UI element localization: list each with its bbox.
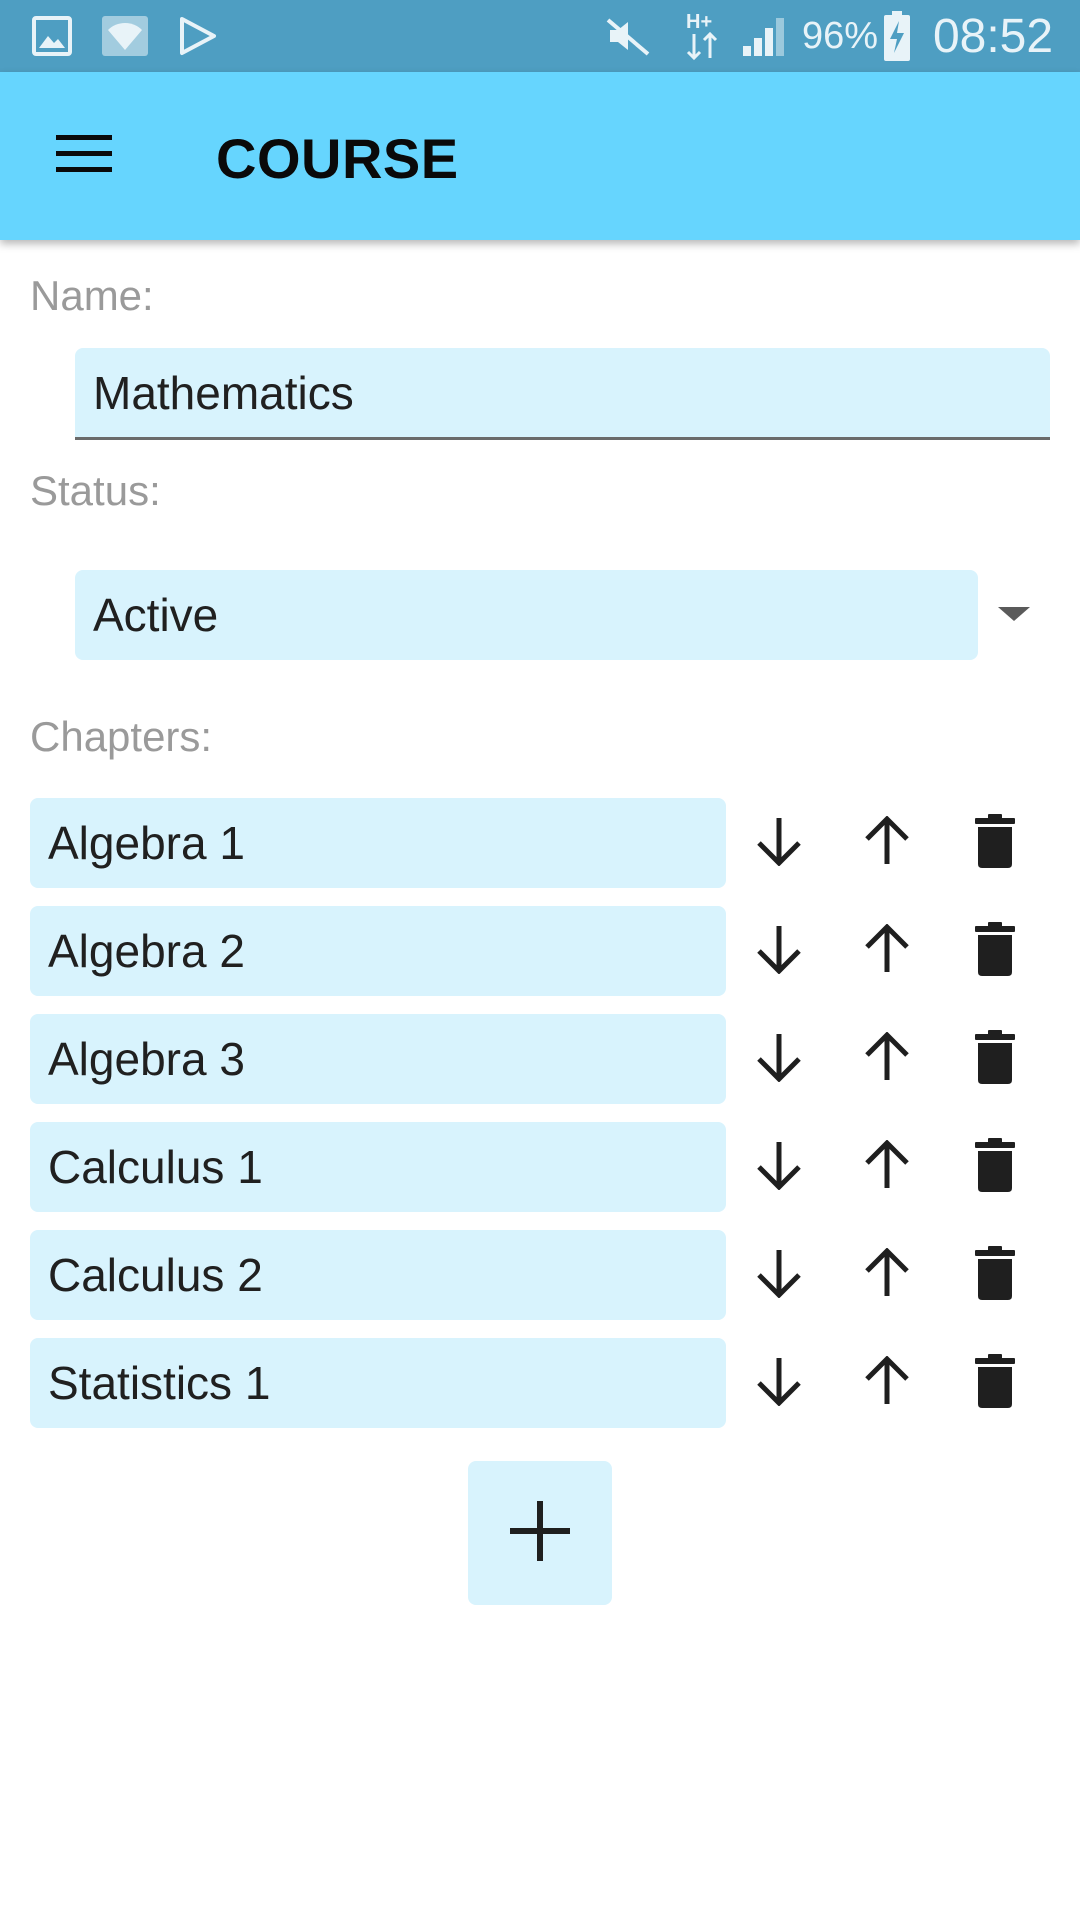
- delete-button[interactable]: [951, 1122, 1039, 1212]
- menu-icon: [56, 133, 112, 180]
- arrow-down-icon: [755, 924, 803, 979]
- status-bar: H+ 96% 08:52: [0, 0, 1080, 72]
- delete-button[interactable]: [951, 798, 1039, 888]
- arrow-down-icon: [755, 1356, 803, 1411]
- chapter-row: Algebra 1: [0, 798, 1080, 888]
- chapter-name-field[interactable]: Calculus 2: [30, 1230, 726, 1320]
- chapter-name-field[interactable]: Statistics 1: [30, 1338, 726, 1428]
- plus-icon: [510, 1500, 570, 1566]
- menu-button[interactable]: [40, 112, 128, 200]
- chapter-name-field[interactable]: Algebra 2: [30, 906, 726, 996]
- chapter-row: Calculus 2: [0, 1230, 1080, 1320]
- move-down-button[interactable]: [735, 798, 823, 888]
- move-up-button[interactable]: [843, 798, 931, 888]
- battery-charging-icon: [880, 0, 914, 72]
- play-store-icon: [176, 0, 220, 72]
- chapter-name-field[interactable]: Algebra 3: [30, 1014, 726, 1104]
- trash-icon: [975, 1137, 1015, 1197]
- trash-icon: [975, 813, 1015, 873]
- dropdown-arrow-icon[interactable]: [998, 598, 1030, 630]
- status-label: Status:: [30, 467, 161, 514]
- delete-button[interactable]: [951, 1338, 1039, 1428]
- name-label: Name:: [30, 272, 154, 319]
- delete-button[interactable]: [951, 906, 1039, 996]
- chapter-name-field[interactable]: Calculus 1: [30, 1122, 726, 1212]
- trash-icon: [975, 1029, 1015, 1089]
- arrow-down-icon: [755, 1032, 803, 1087]
- chapters-label: Chapters:: [30, 713, 213, 760]
- trash-icon: [975, 1245, 1015, 1305]
- move-down-button[interactable]: [735, 1122, 823, 1212]
- arrow-down-icon: [755, 1248, 803, 1303]
- chapter-row: Algebra 3: [0, 1014, 1080, 1104]
- chapter-row: Statistics 1: [0, 1338, 1080, 1428]
- mute-icon: [604, 0, 652, 72]
- delete-button[interactable]: [951, 1014, 1039, 1104]
- move-up-button[interactable]: [843, 1230, 931, 1320]
- move-down-button[interactable]: [735, 1338, 823, 1428]
- wifi-icon: [102, 0, 148, 72]
- delete-button[interactable]: [951, 1230, 1039, 1320]
- move-up-button[interactable]: [843, 1014, 931, 1104]
- arrow-up-icon: [863, 1354, 911, 1411]
- page-title: COURSE: [216, 127, 459, 190]
- status-time: 08:52: [932, 9, 1054, 63]
- trash-icon: [975, 921, 1015, 981]
- arrow-up-icon: [863, 1138, 911, 1195]
- move-up-button[interactable]: [843, 906, 931, 996]
- move-down-button[interactable]: [735, 1014, 823, 1104]
- arrow-up-icon: [863, 814, 911, 871]
- chapter-name-field[interactable]: Algebra 1: [30, 798, 726, 888]
- move-up-button[interactable]: [843, 1338, 931, 1428]
- signal-icon: [740, 0, 790, 72]
- name-field[interactable]: [75, 348, 1050, 440]
- app-bar: COURSE: [0, 72, 1080, 240]
- arrow-up-icon: [863, 1030, 911, 1087]
- trash-icon: [975, 1353, 1015, 1413]
- battery-percent: 96%: [801, 14, 879, 57]
- move-down-button[interactable]: [735, 906, 823, 996]
- move-down-button[interactable]: [735, 1230, 823, 1320]
- network-hplus-icon: H+: [684, 0, 724, 72]
- arrow-up-icon: [863, 922, 911, 979]
- add-chapter-button[interactable]: [468, 1461, 612, 1605]
- status-select[interactable]: Active: [75, 570, 978, 660]
- chapter-row: Algebra 2: [0, 906, 1080, 996]
- arrow-down-icon: [755, 1140, 803, 1195]
- image-icon: [30, 0, 74, 72]
- arrow-up-icon: [863, 1246, 911, 1303]
- chapter-row: Calculus 1: [0, 1122, 1080, 1212]
- svg-text:H+: H+: [686, 11, 712, 33]
- move-up-button[interactable]: [843, 1122, 931, 1212]
- arrow-down-icon: [755, 816, 803, 871]
